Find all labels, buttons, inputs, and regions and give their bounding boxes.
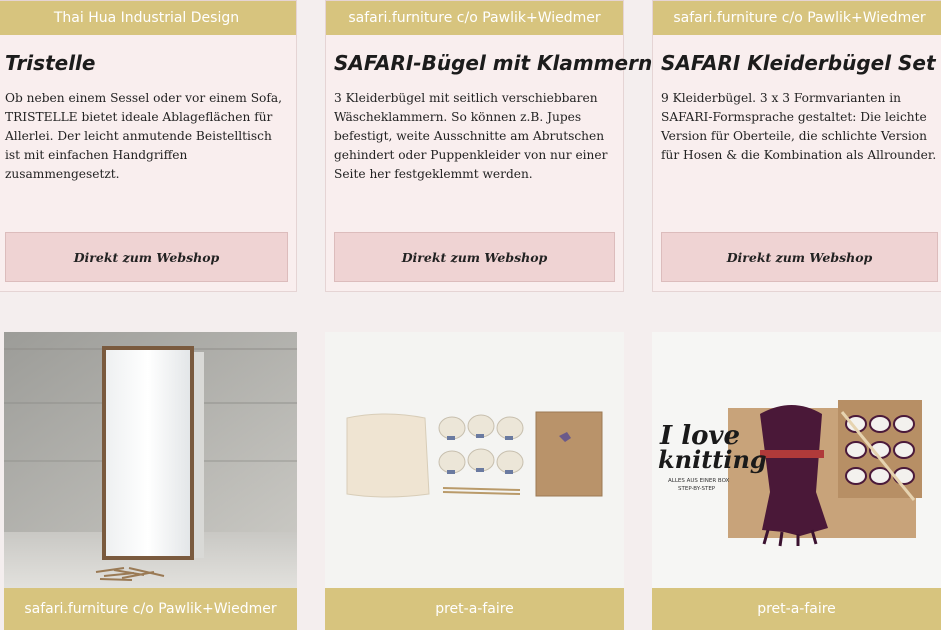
product-title[interactable]: SAFARI Kleiderbügel Set: [661, 51, 941, 75]
image-card-cabinet[interactable]: safari.furniture c/o Pawlik+Wiedmer: [4, 332, 297, 630]
overlay-title-line2: knitting: [658, 445, 767, 474]
product-title[interactable]: Tristelle: [5, 51, 296, 75]
overlay-subtitle-1: ALLES AUS EINER BOX: [668, 478, 730, 484]
product-card-tristelle: Thai Hua Industrial Design Tristelle Ob …: [0, 0, 297, 292]
webshop-button[interactable]: Direkt zum Webshop: [661, 232, 938, 282]
product-card-safari-set: safari.furniture c/o Pawlik+Wiedmer SAFA…: [652, 0, 941, 292]
product-description: 9 Kleiderbügel. 3 x 3 Formvarianten in S…: [661, 91, 937, 162]
product-image-knitting-kit[interactable]: [325, 332, 624, 588]
product-card-safari-buegel: safari.furniture c/o Pawlik+Wiedmer SAFA…: [325, 0, 652, 292]
image-card-knitting-kit[interactable]: pret-a-faire: [325, 332, 624, 630]
image-card-i-love-knitting[interactable]: I love knitting ALLES AUS EINER BOX STEP…: [652, 332, 941, 630]
vendor-label[interactable]: safari.furniture c/o Pawlik+Wiedmer: [4, 588, 297, 630]
product-image-mirror-cabinet[interactable]: [4, 332, 297, 588]
product-description: Ob neben einem Sessel oder vor einem Sof…: [5, 91, 283, 181]
overlay-subtitle-2: STEP-BY-STEP: [678, 486, 716, 492]
webshop-button[interactable]: Direkt zum Webshop: [5, 232, 288, 282]
vendor-label[interactable]: pret-a-faire: [325, 588, 624, 630]
vendor-label[interactable]: safari.furniture c/o Pawlik+Wiedmer: [326, 1, 623, 35]
vendor-label[interactable]: safari.furniture c/o Pawlik+Wiedmer: [653, 1, 941, 35]
webshop-button[interactable]: Direkt zum Webshop: [334, 232, 615, 282]
vendor-label[interactable]: Thai Hua Industrial Design: [0, 1, 296, 35]
vendor-label[interactable]: pret-a-faire: [652, 588, 941, 630]
product-image-knitting-box[interactable]: I love knitting ALLES AUS EINER BOX STEP…: [652, 332, 941, 588]
product-title[interactable]: SAFARI-Bügel mit Klammern: [334, 51, 652, 75]
product-description: 3 Kleiderbügel mit seitlich verschiebbar…: [334, 91, 608, 181]
